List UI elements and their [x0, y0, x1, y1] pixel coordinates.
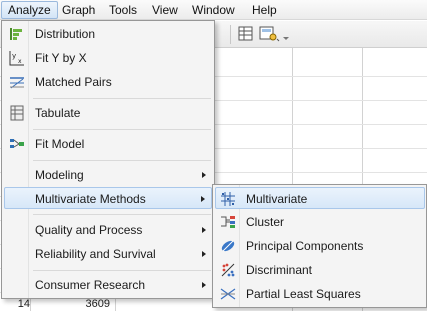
menu-item-label: Multivariate Methods: [35, 192, 146, 206]
menu-item-principal-components[interactable]: Principal Components: [215, 235, 425, 257]
data-table-icon[interactable]: [236, 25, 256, 43]
submenu-arrow-icon: [202, 251, 206, 257]
menu-item-label: Multivariate: [246, 192, 308, 206]
analyze-menu: Distribution y x Fit Y by X Matched Pair…: [1, 20, 215, 299]
menu-item-label: Quality and Process: [35, 223, 143, 237]
menu-item-tabulate[interactable]: Tabulate: [4, 102, 212, 124]
svg-text:x: x: [18, 58, 22, 65]
fit-y-by-x-icon: y x: [9, 50, 25, 66]
menu-item-label: Fit Y by X: [35, 51, 87, 65]
menu-item-reliability-and-survival[interactable]: Reliability and Survival: [4, 243, 212, 265]
menu-item-label: Consumer Research: [35, 278, 146, 292]
menu-item-cluster[interactable]: Cluster: [215, 211, 425, 233]
submenu-arrow-icon: [201, 196, 205, 202]
toolbar-separator: [230, 25, 231, 44]
menu-item-label: Matched Pairs: [35, 75, 112, 89]
menu-separator: [33, 214, 211, 215]
menu-separator: [33, 160, 211, 161]
distribution-icon: [9, 26, 25, 42]
menu-item-quality-and-process[interactable]: Quality and Process: [4, 219, 212, 241]
cluster-icon: [220, 214, 236, 230]
menu-item-label: Cluster: [246, 215, 285, 229]
menu-item-multivariate[interactable]: Multivariate: [215, 187, 425, 209]
save-report-icon[interactable]: [258, 25, 280, 43]
menu-item-partial-least-squares[interactable]: Partial Least Squares: [215, 283, 425, 305]
row-number: 14: [17, 298, 30, 310]
fit-model-icon: [9, 136, 25, 152]
multivariate-icon: [220, 191, 236, 207]
menu-item-label: Discriminant: [246, 263, 313, 277]
partial-least-squares-icon: [220, 286, 236, 302]
svg-text:y: y: [12, 52, 16, 60]
menu-item-label: Fit Model: [35, 137, 85, 151]
multivariate-methods-submenu: Multivariate Cluster Principal Component…: [212, 184, 427, 308]
menu-analyze[interactable]: Analyze: [1, 1, 58, 19]
matched-pairs-icon: [9, 74, 25, 90]
menu-graph[interactable]: Graph: [56, 1, 101, 19]
table-cell[interactable]: 3609: [70, 298, 110, 310]
menu-item-discriminant[interactable]: Discriminant: [215, 259, 425, 281]
menu-item-distribution[interactable]: Distribution: [4, 23, 212, 45]
menu-item-fit-model[interactable]: Fit Model: [4, 133, 212, 155]
menu-help[interactable]: Help: [246, 1, 283, 19]
menu-item-consumer-research[interactable]: Consumer Research: [4, 274, 212, 296]
menu-item-multivariate-methods[interactable]: Multivariate Methods: [4, 187, 212, 209]
menu-item-label: Distribution: [35, 27, 96, 41]
principal-components-icon: [220, 238, 236, 254]
submenu-arrow-icon: [202, 282, 206, 288]
tabulate-icon: [9, 105, 25, 121]
menu-view[interactable]: View: [146, 1, 184, 19]
discriminant-icon: [220, 262, 236, 278]
menu-item-label: Reliability and Survival: [35, 247, 156, 261]
menu-item-label: Tabulate: [35, 106, 81, 120]
toolbar-overflow-icon[interactable]: [282, 25, 290, 43]
menu-bar: Analyze Graph Tools View Window Help: [0, 0, 427, 20]
menu-tools[interactable]: Tools: [103, 1, 143, 19]
menu-item-matched-pairs[interactable]: Matched Pairs: [4, 71, 212, 93]
submenu-arrow-icon: [202, 172, 206, 178]
menu-window[interactable]: Window: [186, 1, 241, 19]
menu-item-label: Partial Least Squares: [246, 287, 361, 301]
menu-item-modeling[interactable]: Modeling: [4, 164, 212, 186]
menu-item-label: Modeling: [35, 168, 84, 182]
submenu-arrow-icon: [202, 227, 206, 233]
menu-separator: [33, 98, 211, 99]
menu-item-label: Principal Components: [246, 239, 364, 253]
menu-item-fit-y-by-x[interactable]: y x Fit Y by X: [4, 47, 212, 69]
menu-separator: [33, 129, 211, 130]
menu-separator: [33, 270, 211, 271]
